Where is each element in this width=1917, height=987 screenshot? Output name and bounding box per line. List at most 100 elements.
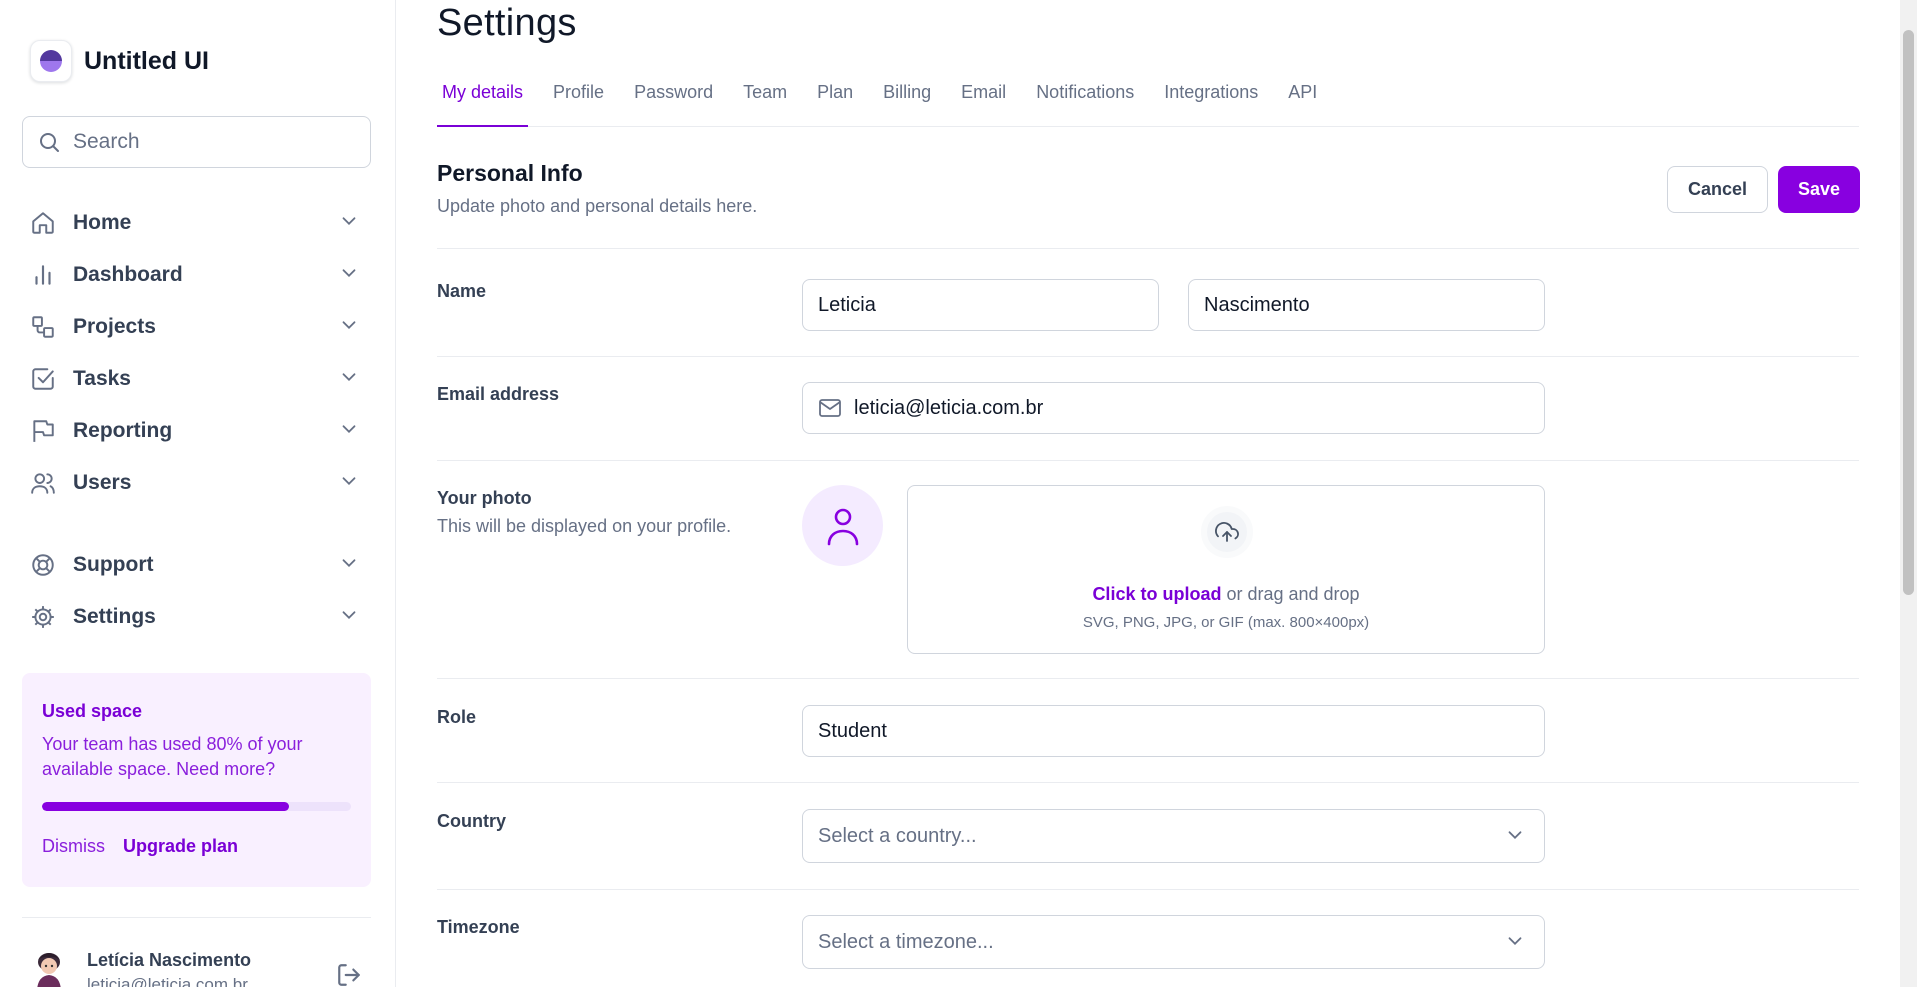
life-buoy-icon (32, 554, 54, 576)
upload-instructions: Click to upload or drag and drop (908, 584, 1544, 605)
gear-icon (32, 606, 54, 628)
user-name: Letícia Nascimento (87, 950, 252, 970)
role-label: Role (437, 707, 477, 727)
sidebar-item-reporting[interactable]: Reporting (30, 405, 360, 457)
user-icon (827, 508, 858, 545)
chevron-down-icon[interactable] (338, 210, 360, 237)
users-icon (31, 473, 55, 494)
tab-integrations[interactable]: Integrations (1159, 70, 1263, 127)
role-value: Student (818, 719, 887, 742)
last-name-field[interactable]: Nascimento (1188, 279, 1545, 331)
tab-billing[interactable]: Billing (878, 70, 936, 127)
search-box[interactable] (22, 116, 371, 168)
dismiss-button[interactable]: Dismiss (42, 836, 105, 857)
bar-chart-icon (35, 265, 51, 285)
user-email: leticia@leticia.com.br (87, 975, 248, 987)
chevron-down-icon (1508, 937, 1522, 946)
sidebar-item-label: Users (73, 471, 132, 494)
upgrade-plan-button[interactable]: Upgrade plan (123, 836, 238, 857)
used-space-card: Used space Your team has used 80% of you… (22, 673, 371, 887)
tab-my-details[interactable]: My details (437, 70, 529, 127)
photo-label: Your photo (437, 488, 532, 508)
tab-api[interactable]: API (1283, 70, 1322, 127)
section-title: Personal Info (437, 160, 583, 186)
sidebar-item-tasks[interactable]: Tasks (30, 353, 360, 405)
sidebar-nav-secondary: Support Settings (30, 539, 360, 643)
mail-icon (819, 399, 841, 417)
tab-password[interactable]: Password (629, 70, 718, 127)
upload-cloud-icon (1201, 506, 1253, 558)
brand-name: Untitled UI (84, 46, 209, 75)
usage-progress-bar (42, 802, 351, 811)
tab-email[interactable]: Email (956, 70, 1011, 127)
tab-profile[interactable]: Profile (548, 70, 609, 127)
sidebar-divider (22, 917, 371, 918)
sidebar-item-home[interactable]: Home (30, 197, 360, 249)
divider (437, 248, 1859, 249)
name-label: Name (437, 281, 487, 301)
tab-plan[interactable]: Plan (812, 70, 858, 127)
sidebar-item-label: Home (73, 211, 132, 234)
settings-tabs: My details Profile Password Team Plan Bi… (437, 70, 1859, 127)
sidebar-item-label: Settings (73, 605, 156, 628)
sidebar-item-projects[interactable]: Projects (30, 301, 360, 353)
logo-icon (30, 40, 72, 82)
email-field[interactable]: leticia@leticia.com.br (802, 382, 1545, 434)
sidebar-item-label: Support (73, 553, 154, 576)
country-placeholder: Select a country... (818, 824, 977, 847)
sidebar-item-label: Projects (73, 315, 156, 338)
sidebar-item-settings[interactable]: Settings (30, 591, 360, 643)
flag-icon (33, 420, 54, 442)
chevron-down-icon[interactable] (338, 366, 360, 393)
chevron-down-icon[interactable] (338, 470, 360, 497)
avatar[interactable] (30, 948, 68, 987)
scrollbar-thumb[interactable] (1903, 30, 1914, 595)
country-select[interactable]: Select a country... (802, 809, 1545, 863)
user-profile: Letícia Nascimento leticia@leticia.com.b… (30, 948, 370, 987)
search-input[interactable] (73, 130, 353, 154)
tab-team[interactable]: Team (738, 70, 792, 127)
used-space-text: Your team has used 80% of your available… (42, 734, 303, 779)
chevron-down-icon[interactable] (338, 552, 360, 579)
sidebar-nav-main: Home Dashboard Projects Tasks Reporting … (30, 197, 360, 509)
sidebar-item-dashboard[interactable]: Dashboard (30, 249, 360, 301)
section-subtitle: Update photo and personal details here. (437, 196, 758, 216)
home-icon (32, 212, 54, 234)
sidebar-item-users[interactable]: Users (30, 457, 360, 509)
save-button[interactable]: Save (1778, 166, 1860, 213)
chevron-down-icon (1508, 831, 1522, 840)
chevron-down-icon[interactable] (338, 262, 360, 289)
sidebar-item-label: Reporting (73, 419, 173, 442)
main-content: Settings My details Profile Password Tea… (437, 0, 1860, 987)
first-name-value: Leticia (818, 293, 876, 316)
email-label: Email address (437, 384, 560, 404)
click-to-upload-link[interactable]: Click to upload (1092, 584, 1221, 604)
sidebar: Untitled UI Home Dashboard Projects (0, 0, 396, 987)
brand[interactable]: Untitled UI (30, 40, 209, 82)
divider (437, 356, 1859, 357)
sidebar-item-label: Tasks (73, 367, 131, 390)
check-square-icon (32, 368, 54, 390)
timezone-placeholder: Select a timezone... (818, 930, 994, 953)
cancel-button[interactable]: Cancel (1667, 166, 1768, 213)
tab-notifications[interactable]: Notifications (1031, 70, 1139, 127)
logout-icon[interactable] (336, 962, 362, 987)
first-name-field[interactable]: Leticia (802, 279, 1159, 331)
upload-hint: SVG, PNG, JPG, or GIF (max. 800×400px) (1082, 614, 1370, 631)
role-field[interactable]: Student (802, 705, 1545, 757)
layers-icon (32, 316, 54, 338)
photo-hint: This will be displayed on your profile. (437, 516, 732, 536)
divider (437, 678, 1859, 679)
divider (437, 460, 1859, 461)
email-value: leticia@leticia.com.br (854, 396, 1044, 419)
chevron-down-icon[interactable] (338, 314, 360, 341)
chevron-down-icon[interactable] (338, 418, 360, 445)
timezone-label: Timezone (437, 917, 520, 937)
chevron-down-icon[interactable] (338, 604, 360, 631)
sidebar-item-support[interactable]: Support (30, 539, 360, 591)
upload-dropzone[interactable]: Click to upload or drag and drop SVG, PN… (907, 485, 1545, 654)
page-title: Settings (437, 2, 577, 44)
usage-progress-fill (42, 802, 290, 811)
used-space-title: Used space (42, 701, 143, 721)
timezone-select[interactable]: Select a timezone... (802, 915, 1545, 969)
